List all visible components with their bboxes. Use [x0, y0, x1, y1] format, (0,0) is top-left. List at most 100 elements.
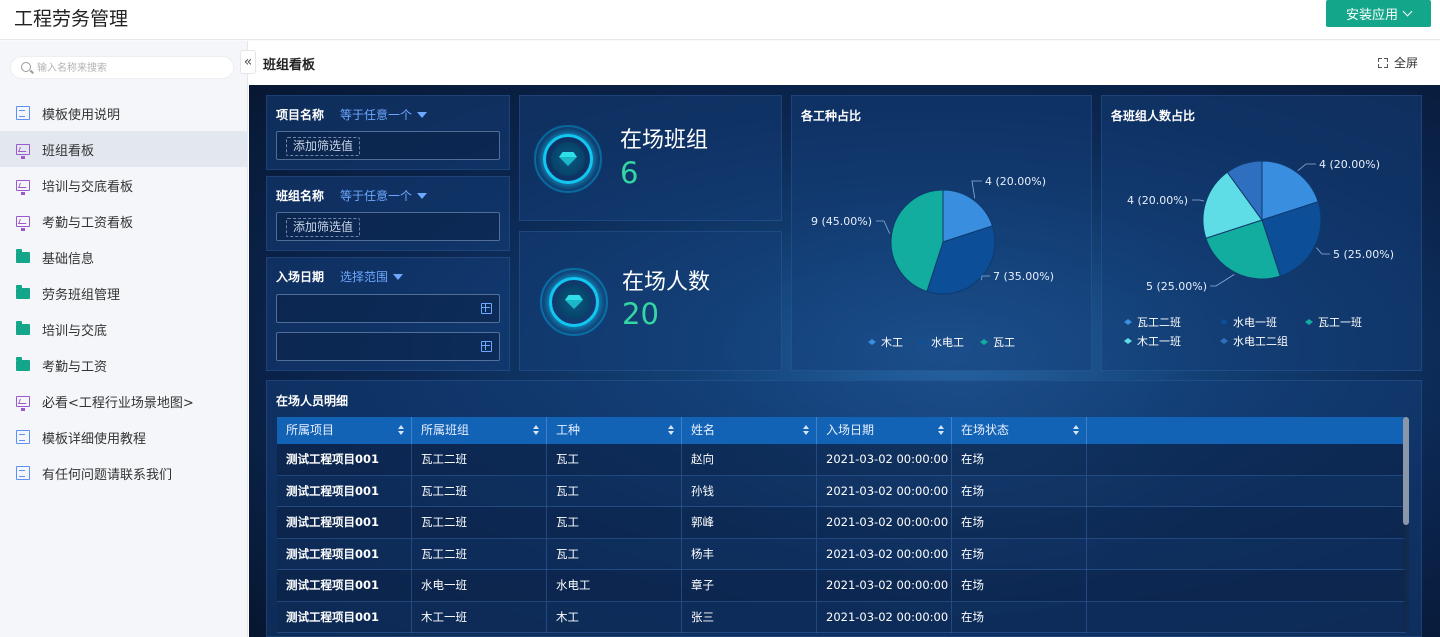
- sidebar-item[interactable]: 考勤与工资: [0, 347, 248, 383]
- sidebar-item[interactable]: 基础信息: [0, 239, 248, 275]
- legend-item[interactable]: 瓦工: [980, 336, 1015, 349]
- sidebar-item[interactable]: 模板详细使用教程: [0, 419, 248, 455]
- column-header[interactable]: 所属项目: [277, 417, 412, 444]
- column-header[interactable]: 在场状态: [952, 417, 1087, 444]
- table-cell-filler: [1087, 570, 1406, 601]
- sidebar: 模板使用说明班组看板培训与交底看板考勤与工资看板基础信息劳务班组管理培训与交底考…: [0, 41, 248, 637]
- calendar-icon[interactable]: [481, 341, 492, 352]
- pie-data-label: 7 (35.00%): [993, 270, 1054, 283]
- column-header-filler: [1087, 417, 1406, 444]
- document-icon: [16, 106, 30, 120]
- table-cell: 瓦工二班: [412, 475, 547, 507]
- filter-team-field[interactable]: 添加筛选值: [276, 212, 500, 241]
- sidebar-item[interactable]: 培训与交底看板: [0, 167, 248, 203]
- fullscreen-button[interactable]: 全屏: [1377, 54, 1418, 71]
- kpi-teams-card: 在场班组 6: [519, 95, 782, 221]
- table-cell: 测试工程项目001: [277, 475, 412, 507]
- table-row[interactable]: 测试工程项目001 瓦工二班 瓦工 郭峰 2021-03-02 00:00:00 在场: [277, 507, 1406, 539]
- table-cell: 瓦工: [547, 507, 682, 538]
- filter-team-operator[interactable]: 等于任意一个: [340, 187, 428, 204]
- sort-icon[interactable]: [1073, 425, 1079, 435]
- table-cell: 在场: [952, 475, 1087, 507]
- column-header[interactable]: 入场日期: [817, 417, 952, 444]
- sidebar-item[interactable]: 培训与交底: [0, 311, 248, 347]
- legend-label: 瓦工二班: [1137, 316, 1181, 329]
- add-filter-value-button[interactable]: 添加筛选值: [286, 218, 361, 237]
- sidebar-item[interactable]: 模板使用说明: [0, 95, 248, 131]
- column-header[interactable]: 所属班组: [412, 417, 547, 444]
- pie-label-line: [1297, 163, 1316, 171]
- chart-trade-share: 各工种占比 4 (20.00%) 7 (35.00%) 9 (45.00%) 木工 水电…: [791, 95, 1092, 371]
- legend-item[interactable]: 水电工二组: [1220, 334, 1288, 348]
- legend-item[interactable]: 木工: [868, 336, 903, 349]
- column-header[interactable]: 工种: [547, 417, 682, 444]
- caret-down-icon: [417, 111, 428, 118]
- table-cell: 瓦工二班: [412, 538, 547, 570]
- table-row[interactable]: 测试工程项目001 瓦工二班 瓦工 杨丰 2021-03-02 00:00:00 在场: [277, 538, 1406, 570]
- table-cell: 张三: [682, 601, 817, 633]
- kpi-teams-value: 6: [620, 156, 639, 190]
- sidebar-item[interactable]: 班组看板: [0, 131, 248, 167]
- table-cell: 孙钱: [682, 475, 817, 507]
- legend-item[interactable]: 木工一班: [1124, 335, 1181, 348]
- sort-icon[interactable]: [398, 425, 404, 435]
- legend-item[interactable]: 瓦工一班: [1305, 316, 1362, 329]
- table-row[interactable]: 测试工程项目001 瓦工二班 瓦工 孙钱 2021-03-02 00:00:00 在场: [277, 475, 1406, 507]
- install-app-button[interactable]: 安装应用: [1326, 0, 1431, 27]
- sidebar-item[interactable]: 有任何问题请联系我们: [0, 455, 248, 491]
- sort-icon[interactable]: [533, 425, 539, 435]
- column-header-label: 工种: [556, 423, 581, 437]
- table-cell: 瓦工: [547, 475, 682, 507]
- table-cell: 在场: [952, 601, 1087, 633]
- search-input[interactable]: [37, 60, 227, 76]
- dashboard-icon: [16, 395, 30, 411]
- table-row[interactable]: 测试工程项目001 瓦工二班 瓦工 赵向 2021-03-02 00:00:00 在场: [277, 444, 1406, 476]
- kpi-teams-label: 在场班组: [620, 128, 709, 153]
- table-cell: 赵向: [682, 444, 817, 475]
- filter-team: 班组名称 等于任意一个 添加筛选值: [266, 176, 510, 251]
- table-cell: 在场: [952, 507, 1087, 538]
- sort-icon[interactable]: [938, 425, 944, 435]
- sort-icon[interactable]: [668, 425, 674, 435]
- chart-team-share: 各班组人数占比 4 (20.00%) 5 (25.00%) 5 (25.00%) 4 …: [1101, 95, 1422, 371]
- table-cell-filler: [1087, 444, 1406, 475]
- sidebar-item[interactable]: 必看<工程行业场景地图>: [0, 383, 248, 419]
- sort-icon[interactable]: [803, 425, 809, 435]
- filter-project-operator[interactable]: 等于任意一个: [340, 106, 428, 123]
- add-filter-value-button[interactable]: 添加筛选值: [286, 137, 361, 156]
- column-header[interactable]: 姓名: [682, 417, 817, 444]
- date-end-input[interactable]: [276, 332, 500, 361]
- date-start-input[interactable]: [276, 294, 500, 323]
- sidebar-search[interactable]: [10, 56, 234, 79]
- column-header-label: 在场状态: [961, 423, 1010, 437]
- table-cell-filler: [1087, 476, 1406, 507]
- pie-label-line: [971, 180, 982, 199]
- legend-marker: [980, 339, 988, 345]
- table-row[interactable]: 测试工程项目001 水电一班 水电工 章子 2021-03-02 00:00:00 在场: [277, 570, 1406, 602]
- filter-project-field[interactable]: 添加筛选值: [276, 131, 500, 160]
- table-scrollbar[interactable]: [1403, 417, 1409, 631]
- sidebar-item-label: 班组看板: [42, 143, 95, 159]
- legend-item[interactable]: 水电一班: [1220, 316, 1277, 329]
- filter-date-operator[interactable]: 选择范围: [340, 268, 404, 285]
- app-title: 工程劳务管理: [14, 8, 129, 30]
- scrollbar-thumb[interactable]: [1403, 417, 1409, 525]
- diamond-icon: [540, 268, 608, 336]
- table-row[interactable]: 测试工程项目001 木工一班 木工 张三 2021-03-02 00:00:00 在场: [277, 601, 1406, 633]
- legend-item[interactable]: 瓦工二班: [1124, 316, 1181, 329]
- table-cell: 杨丰: [682, 538, 817, 570]
- kpi-people-value: 20: [622, 297, 659, 331]
- legend-label: 水电工: [931, 336, 964, 349]
- table-cell: 瓦工二班: [412, 444, 547, 475]
- install-app-label: 安装应用: [1345, 8, 1398, 23]
- chevron-down-icon: [1402, 6, 1413, 17]
- sidebar-item-label: 考勤与工资: [42, 359, 108, 375]
- calendar-icon[interactable]: [481, 303, 492, 314]
- legend-item[interactable]: 水电工: [918, 336, 964, 349]
- dashboard-icon: [16, 215, 30, 231]
- table-cell-filler: [1087, 507, 1406, 538]
- folder-icon: [16, 320, 30, 335]
- sidebar-item[interactable]: 考勤与工资看板: [0, 203, 248, 239]
- collapse-sidebar-button[interactable]: «: [240, 50, 256, 74]
- sidebar-item[interactable]: 劳务班组管理: [0, 275, 248, 311]
